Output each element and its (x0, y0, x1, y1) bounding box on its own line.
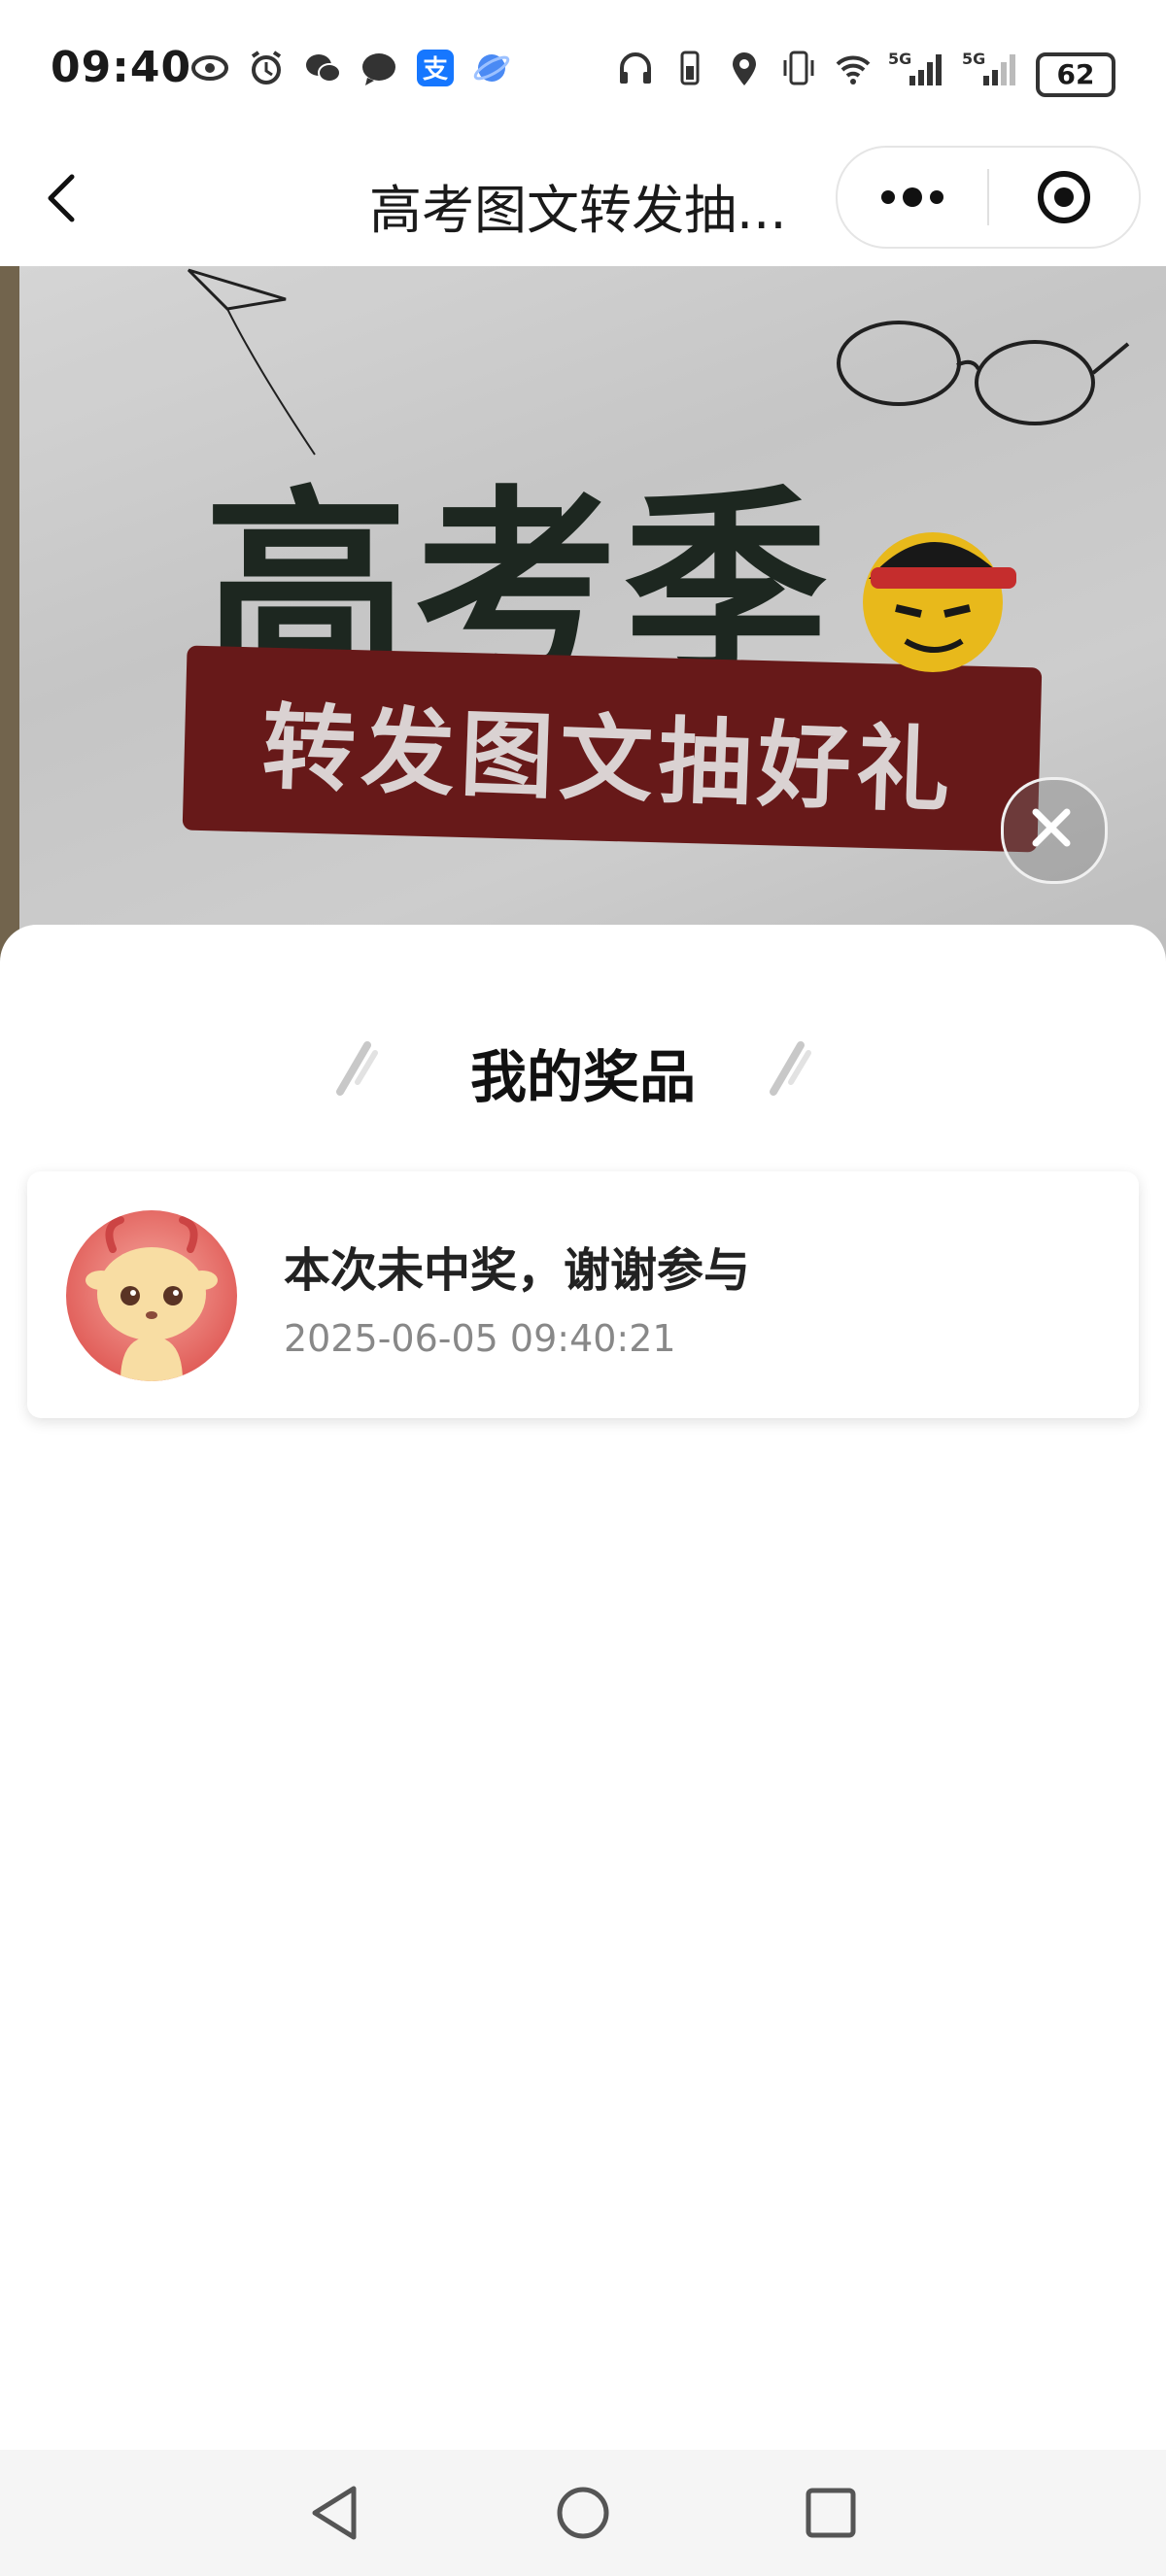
mini-program-capsule (836, 146, 1141, 249)
svg-text:5G: 5G (962, 50, 985, 68)
deer-mascot-icon (86, 1216, 218, 1381)
status-time: 09:40 (51, 43, 192, 92)
title-decoration-right-icon (770, 1041, 811, 1096)
chat-bubble-icon (362, 53, 395, 85)
browser-icon (473, 54, 510, 82)
chevron-left-icon[interactable] (39, 169, 87, 227)
5g-signal-icon: 5G (962, 50, 1015, 85)
page-title: 高考图文转发抽... (369, 180, 787, 241)
alipay-icon: 支 (417, 50, 454, 86)
prize-sheet: 我的奖品 本次未中奖，谢谢参与 2025-06-05 09:40:21 (0, 925, 1166, 2450)
close-button[interactable] (1001, 777, 1108, 884)
home-circle-icon[interactable] (549, 2479, 617, 2547)
battery-indicator: 62 (1036, 52, 1115, 97)
eye-icon (191, 55, 228, 81)
sheet-title: 我的奖品 (469, 1044, 696, 1110)
promo-banner: 高考季 转发图文抽好礼 (0, 266, 1166, 966)
svg-text:5G: 5G (888, 50, 911, 68)
vibrate-icon (783, 51, 814, 85)
status-left-icons: 支 (190, 49, 511, 87)
headphones-icon (620, 52, 651, 84)
status-right-icons: 5G 5G (616, 49, 1020, 87)
wechat-icon (306, 54, 341, 83)
alarm-icon (251, 51, 282, 85)
recent-square-icon[interactable] (797, 2479, 865, 2547)
more-dots-icon[interactable] (838, 148, 987, 247)
back-triangle-icon[interactable] (301, 2479, 369, 2547)
location-icon (733, 52, 756, 85)
deer-mascot-avatar (66, 1210, 237, 1381)
system-nav-bar (0, 2450, 1166, 2576)
banner-dim-overlay (0, 266, 1166, 966)
prize-time: 2025-06-05 09:40:21 (284, 1317, 676, 1360)
navbar: 高考图文转发抽... (0, 146, 1166, 266)
prize-name: 本次未中奖，谢谢参与 (284, 1243, 751, 1298)
close-icon (1032, 808, 1071, 847)
5g-signal-icon: 5G (888, 50, 942, 85)
status-bar: 09:40 支 5G 5G 62 (0, 0, 1166, 146)
svg-text:支: 支 (423, 55, 448, 85)
target-icon[interactable] (989, 148, 1139, 247)
wifi-icon (836, 55, 871, 85)
prize-card[interactable]: 本次未中奖，谢谢参与 2025-06-05 09:40:21 (27, 1171, 1139, 1418)
phone-battery-icon (680, 51, 700, 85)
